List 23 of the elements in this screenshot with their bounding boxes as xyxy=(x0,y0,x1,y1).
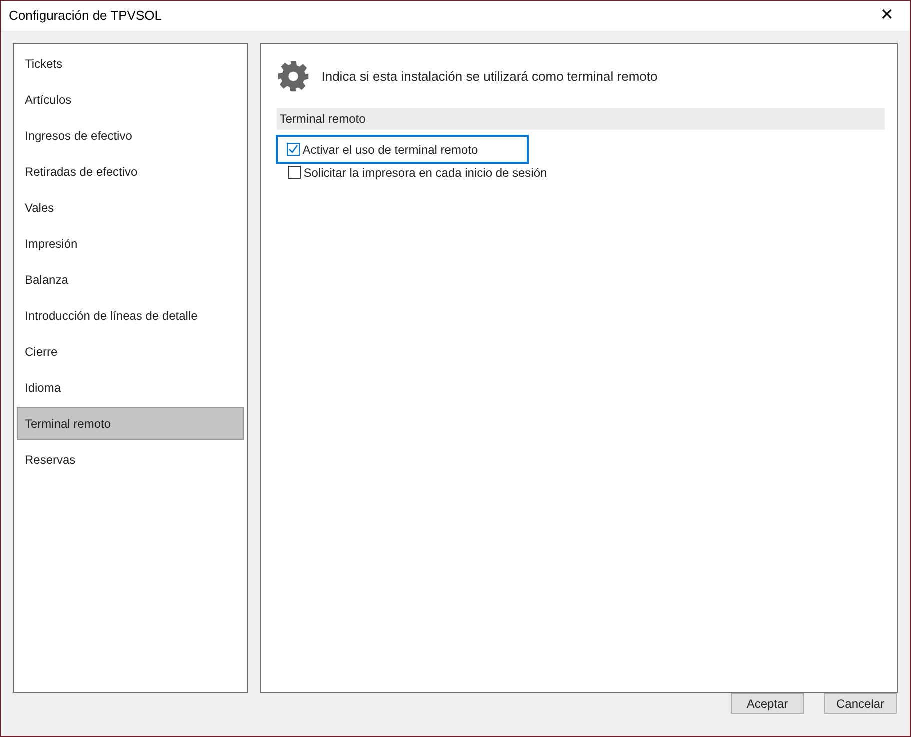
checkbox[interactable] xyxy=(288,166,301,179)
sidebar-item[interactable]: Vales xyxy=(17,191,244,224)
sidebar-item[interactable]: Retiradas de efectivo xyxy=(17,155,244,188)
sidebar-item[interactable]: Introducción de líneas de detalle xyxy=(17,299,244,332)
checkbox-label[interactable]: Activar el uso de terminal remoto xyxy=(302,140,478,158)
sidebar-item[interactable]: Tickets xyxy=(17,47,244,80)
sidebar-item[interactable]: Balanza xyxy=(17,263,244,296)
checkbox-label[interactable]: Solicitar la impresora en cada inicio de sesión xyxy=(304,164,548,182)
gear-icon xyxy=(276,60,310,93)
sidebar-item[interactable]: Cierre xyxy=(17,335,244,368)
section-header: Terminal remoto xyxy=(276,108,885,130)
sidebar-item[interactable]: Artículos xyxy=(17,83,244,116)
description-text: Indica si esta instalación se utilizará como terminal remoto xyxy=(322,68,658,86)
sidebar-item[interactable]: Idioma xyxy=(17,371,244,404)
sidebar-item[interactable]: Ingresos de efectivo xyxy=(17,119,244,152)
checkbox[interactable] xyxy=(286,143,300,156)
window-title: Configuración de TPVSOL xyxy=(9,7,162,26)
sidebar-item[interactable]: Terminal remoto xyxy=(17,407,244,440)
sidebar-item[interactable]: Impresión xyxy=(17,227,244,260)
close-button[interactable]: ✕ xyxy=(864,1,910,31)
sidebar-item[interactable]: Reservas xyxy=(17,443,244,476)
accept-button[interactable]: Aceptar xyxy=(731,693,804,714)
cancel-button[interactable]: Cancelar xyxy=(824,693,897,714)
